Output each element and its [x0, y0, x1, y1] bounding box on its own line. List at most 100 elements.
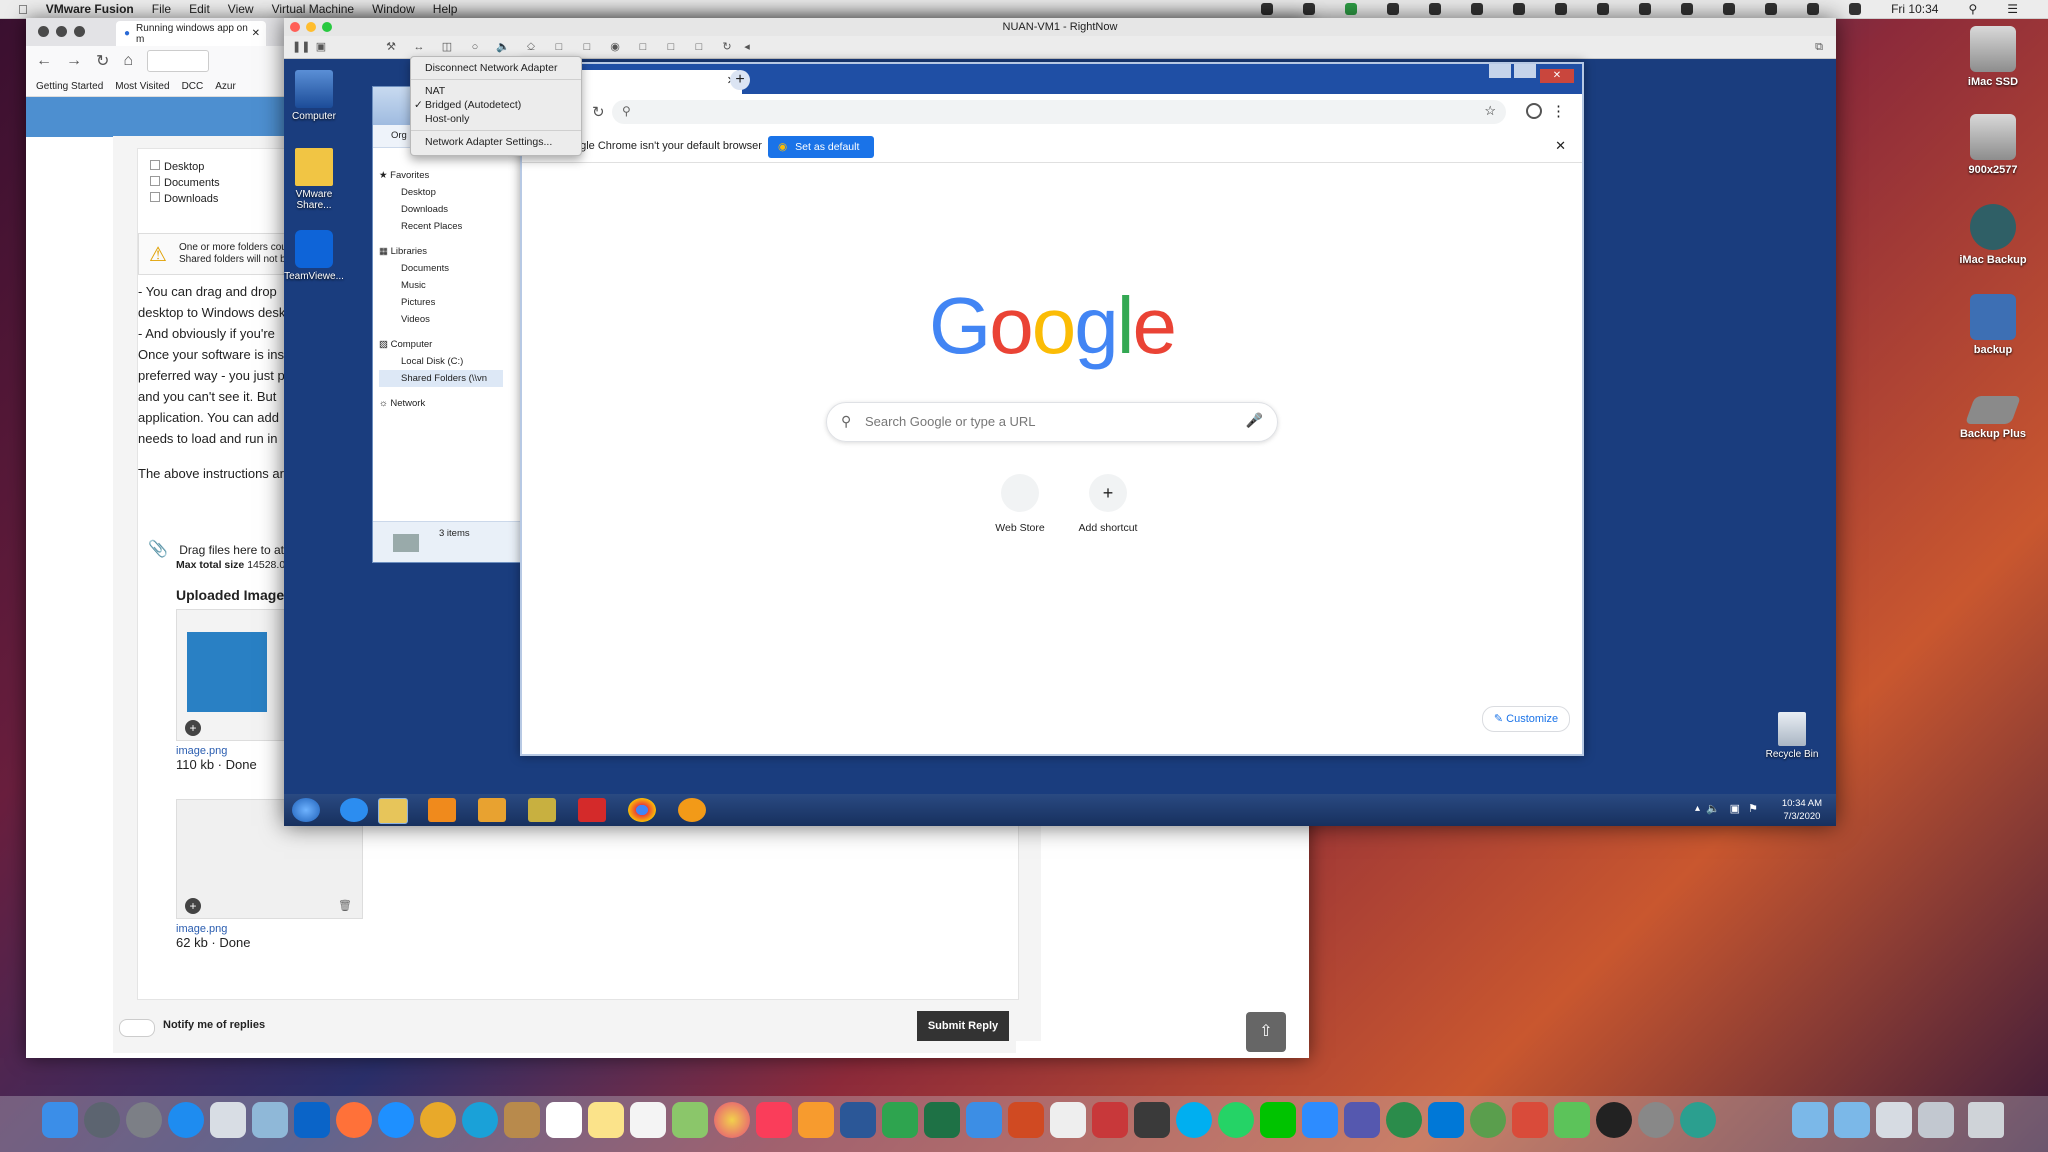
- nav-downloads[interactable]: Downloads: [379, 201, 503, 218]
- applications-folder-icon[interactable]: [1834, 1102, 1870, 1138]
- google-search-box[interactable]: ⚲ Search Google or type a URL 🎤: [826, 402, 1278, 442]
- internet-explorer-icon[interactable]: [340, 798, 368, 822]
- nav-recent-places[interactable]: Recent Places: [379, 218, 503, 235]
- device-icon[interactable]: □: [636, 40, 650, 54]
- nav-libraries[interactable]: ▦ Libraries: [379, 243, 503, 260]
- network-adapter-icon[interactable]: ↔: [412, 40, 426, 54]
- safari-icon[interactable]: [378, 1102, 414, 1138]
- nav-videos[interactable]: Videos: [379, 311, 503, 328]
- minimize-icon[interactable]: [1488, 64, 1511, 78]
- minimize-window-button[interactable]: [306, 22, 316, 32]
- mail-icon[interactable]: [210, 1102, 246, 1138]
- upload-filename[interactable]: image.png: [176, 923, 366, 935]
- cloud-icon[interactable]: [1471, 3, 1484, 15]
- folder-item-downloads[interactable]: Downloads: [150, 191, 220, 207]
- nav-network[interactable]: ☼ Network: [379, 395, 503, 412]
- reload-icon[interactable]: ↻: [96, 51, 109, 71]
- menu-item-host-only[interactable]: Host-only: [411, 112, 581, 126]
- nav-music[interactable]: Music: [379, 277, 503, 294]
- network-tray-icon[interactable]: ▣: [1730, 802, 1740, 815]
- add-icon[interactable]: +: [185, 898, 201, 914]
- status-icon[interactable]: [1303, 3, 1316, 15]
- skype-business-icon[interactable]: [1428, 1102, 1464, 1138]
- url-bar[interactable]: [147, 50, 210, 72]
- device-icon[interactable]: □: [580, 40, 594, 54]
- desktop-icon-backup-plus[interactable]: Backup Plus: [1938, 384, 2048, 440]
- customize-button[interactable]: ✎ Customize: [1482, 706, 1570, 732]
- bookmark-dcc[interactable]: DCC: [182, 81, 204, 92]
- calendar-icon[interactable]: [546, 1102, 582, 1138]
- trash-icon[interactable]: [1968, 1102, 2004, 1138]
- status-icon[interactable]: [1261, 3, 1274, 15]
- back-icon[interactable]: ←: [36, 52, 52, 70]
- time-machine-icon[interactable]: [1639, 3, 1652, 15]
- bookmark-star-icon[interactable]: ☆: [1484, 103, 1496, 119]
- menu-file[interactable]: File: [152, 2, 171, 16]
- zoom-window-button[interactable]: [74, 26, 85, 37]
- whatsapp-icon[interactable]: [1218, 1102, 1254, 1138]
- win-icon-teamviewer[interactable]: TeamViewe...: [284, 230, 344, 282]
- menu-dots-icon[interactable]: ⋮: [1551, 102, 1566, 120]
- close-window-button[interactable]: [38, 26, 49, 37]
- omnibox[interactable]: ⚲ ☆: [612, 100, 1506, 124]
- app-icon[interactable]: [1512, 1102, 1548, 1138]
- menu-item-adapter-settings[interactable]: Network Adapter Settings...: [411, 135, 581, 149]
- set-default-button[interactable]: ◉ Set as default: [768, 136, 874, 158]
- forward-icon[interactable]: →: [66, 52, 82, 70]
- status-icon[interactable]: [1555, 3, 1568, 15]
- bookmark-most-visited[interactable]: Most Visited: [115, 81, 169, 92]
- nav-shared-folders[interactable]: Shared Folders (\\vn: [379, 370, 503, 387]
- status-icon[interactable]: [1513, 3, 1526, 15]
- orange-app-icon[interactable]: [678, 798, 706, 822]
- notify-toggle[interactable]: [119, 1019, 155, 1037]
- device-icon[interactable]: □: [552, 40, 566, 54]
- vmware-fusion-icon[interactable]: [1638, 1102, 1674, 1138]
- network-app-icon[interactable]: [1470, 1102, 1506, 1138]
- start-button[interactable]: [292, 798, 320, 822]
- pages-icon[interactable]: [798, 1102, 834, 1138]
- reload-icon[interactable]: ↻: [592, 103, 605, 121]
- taskbar-clock[interactable]: 10:34 AM 7/3/2020: [1782, 797, 1822, 823]
- downloads-folder-icon[interactable]: [1792, 1102, 1828, 1138]
- file-explorer-icon[interactable]: [378, 798, 408, 824]
- photos-icon[interactable]: [714, 1102, 750, 1138]
- menu-item-bridged[interactable]: ✓ Bridged (Autodetect): [411, 98, 581, 112]
- control-center-icon[interactable]: ☰: [2007, 2, 2018, 16]
- line-icon[interactable]: [1260, 1102, 1296, 1138]
- red-app-icon[interactable]: [578, 798, 606, 822]
- trash-icon[interactable]: 🗑: [338, 899, 352, 912]
- shortcut-add[interactable]: + Add shortcut: [1068, 474, 1148, 534]
- status-icon[interactable]: [1345, 3, 1358, 15]
- desktop-icon-imac-backup[interactable]: iMac Backup: [1938, 204, 2048, 266]
- battery-icon[interactable]: [1807, 3, 1820, 15]
- reminders-icon[interactable]: [630, 1102, 666, 1138]
- textedit-icon[interactable]: [1050, 1102, 1086, 1138]
- zoom-icon[interactable]: [1302, 1102, 1338, 1138]
- teams-icon[interactable]: [1344, 1102, 1380, 1138]
- settings-wrench-icon[interactable]: ⚒: [384, 40, 398, 54]
- powerpoint-icon[interactable]: [1008, 1102, 1044, 1138]
- app-icon[interactable]: [1092, 1102, 1128, 1138]
- scroll-to-top-button[interactable]: ⇧: [1246, 1012, 1286, 1052]
- documents-stack-icon[interactable]: [1876, 1102, 1912, 1138]
- firefox-icon[interactable]: [336, 1102, 372, 1138]
- attach-area[interactable]: 📎 Drag files here to attac Max total siz…: [148, 539, 300, 571]
- system-preferences-icon[interactable]: [126, 1102, 162, 1138]
- chevron-left-icon[interactable]: ◂: [740, 40, 754, 54]
- cd-drive-icon[interactable]: ○: [468, 40, 482, 54]
- media-player-icon[interactable]: [428, 798, 456, 822]
- desktop-icon-backup[interactable]: backup: [1938, 294, 2048, 356]
- menu-virtual-machine[interactable]: Virtual Machine: [272, 2, 355, 16]
- home-icon[interactable]: ⌂: [123, 52, 133, 70]
- app-icon[interactable]: [528, 798, 556, 822]
- status-icon[interactable]: [1681, 3, 1694, 15]
- profile-icon[interactable]: [1526, 103, 1542, 119]
- tray-arrow-icon[interactable]: ▴: [1695, 803, 1700, 814]
- numbers-icon[interactable]: [882, 1102, 918, 1138]
- claquette-icon[interactable]: [1134, 1102, 1170, 1138]
- notes-icon[interactable]: [588, 1102, 624, 1138]
- shortcut-web-store[interactable]: Web Store: [980, 474, 1060, 534]
- bookmark-getting-started[interactable]: Getting Started: [36, 81, 103, 92]
- menubar-clock[interactable]: Fri 10:34: [1891, 2, 1938, 16]
- menu-view[interactable]: View: [228, 2, 254, 16]
